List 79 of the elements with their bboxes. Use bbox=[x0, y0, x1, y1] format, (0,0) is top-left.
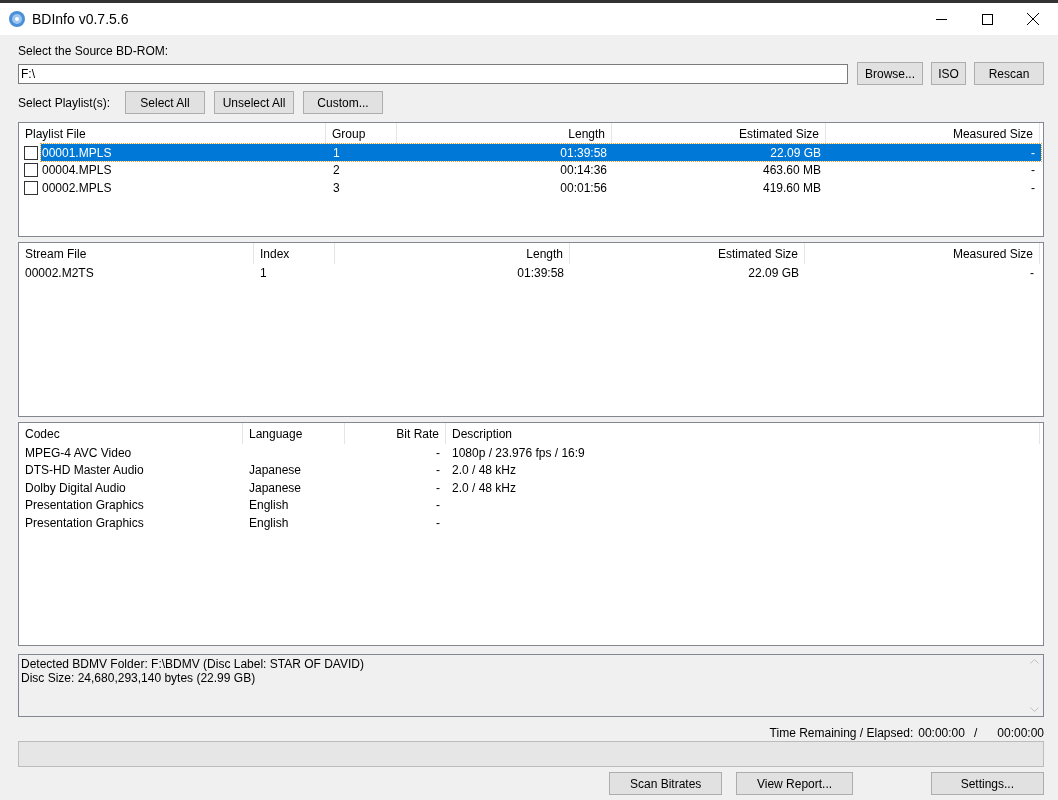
table-cell-text: Japanese bbox=[248, 463, 303, 478]
table-row[interactable]: 00002.MPLS 3 00:01:56 419.60 MB - bbox=[41, 179, 1041, 197]
settings-button[interactable]: Settings... bbox=[930, 772, 1044, 795]
table-cell-text: MPEG-4 AVC Video bbox=[24, 445, 133, 460]
checkbox[interactable] bbox=[24, 145, 38, 160]
table-cell-text: English bbox=[248, 498, 290, 513]
table-cell-text: - bbox=[435, 480, 441, 495]
browse-button[interactable]: Browse... bbox=[857, 62, 923, 85]
checkbox[interactable] bbox=[24, 163, 38, 178]
table-cell-text: 00001.MPLS bbox=[41, 145, 113, 160]
table-cell-text: 01:39:58 bbox=[559, 145, 608, 160]
table-cell-text: 3 bbox=[332, 180, 341, 195]
log-line: Detected BDMV Folder: F:\BDMV (Disc Label: STAR OF DAVID) bbox=[21, 657, 365, 671]
table-cell-text: - bbox=[435, 445, 441, 460]
window-title: BDInfo v0.7.5.6 bbox=[32, 11, 130, 27]
table-cell-text: Presentation Graphics bbox=[24, 498, 145, 513]
view-report-button[interactable]: View Report... bbox=[736, 772, 853, 795]
column-header[interactable]: Length bbox=[335, 243, 570, 264]
table-cell-text: 01:39:58 bbox=[516, 265, 565, 280]
table-cell-text: 2.0 / 48 kHz bbox=[451, 480, 518, 495]
select-all-button[interactable]: Select All bbox=[125, 91, 206, 114]
iso-button[interactable]: ISO bbox=[931, 62, 966, 85]
column-header[interactable]: Measured Size bbox=[805, 243, 1040, 264]
time-separator: / bbox=[973, 725, 978, 740]
table-cell-text: - bbox=[1030, 180, 1036, 195]
minimize-icon bbox=[935, 18, 947, 20]
log-textbox[interactable]: Detected BDMV Folder: F:\BDMV (Disc Label: STAR OF DAVID) Disc Size: 24,680,293,140 bytes (22.99 GB) bbox=[18, 654, 1044, 717]
column-header[interactable]: Codec bbox=[19, 423, 243, 444]
log-line: Disc Size: 24,680,293,140 bytes (22.99 GB) bbox=[21, 671, 257, 685]
table-cell-text: DTS-HD Master Audio bbox=[24, 463, 145, 478]
table-cell-text: 463.60 MB bbox=[761, 163, 822, 178]
column-header[interactable]: Estimated Size bbox=[570, 243, 805, 264]
custom-button[interactable]: Custom... bbox=[303, 91, 384, 114]
table-cell-text: Japanese bbox=[248, 480, 303, 495]
table-cell-text: 22.09 GB bbox=[769, 145, 822, 160]
table-cell-text: 1080p / 23.976 fps / 16:9 bbox=[451, 445, 586, 460]
list-view[interactable]: Playlist File Group Length Estimated Size Measured Size 00001.MPLS 1 01:39:58 22.09 GB - 00004.MPLS 2 00:14:36 463.60 MB - 00002.MPLS 3 00:01:56 419.60 MB - bbox=[18, 122, 1044, 237]
table-cell-text: 22.09 GB bbox=[747, 265, 800, 280]
table-cell-text: - bbox=[1030, 145, 1036, 160]
maximize-icon bbox=[981, 13, 993, 25]
checkbox[interactable] bbox=[24, 180, 38, 195]
table-cell-text: English bbox=[248, 515, 290, 530]
unselect-all-button[interactable]: Unselect All bbox=[214, 91, 295, 114]
column-header[interactable]: Bit Rate bbox=[345, 423, 446, 444]
table-cell-text: 1 bbox=[332, 145, 341, 160]
column-header[interactable]: Stream File bbox=[19, 243, 254, 264]
time-remaining: 00:00:00 bbox=[918, 725, 965, 740]
table-cell-text: 00002.M2TS bbox=[24, 265, 95, 280]
source-path-field[interactable]: F:\ bbox=[18, 63, 848, 84]
source-label: Select the Source BD-ROM: bbox=[18, 43, 170, 58]
table-cell-text: - bbox=[435, 498, 441, 513]
playlist-label: Select Playlist(s): bbox=[18, 95, 111, 110]
table-cell-text: - bbox=[1030, 163, 1036, 178]
table-cell-text: 2.0 / 48 kHz bbox=[451, 463, 518, 478]
column-header[interactable]: Description bbox=[446, 423, 1040, 444]
rescan-button[interactable]: Rescan bbox=[974, 62, 1044, 85]
table-cell-text: 00:14:36 bbox=[559, 163, 608, 178]
table-cell-text: - bbox=[1029, 265, 1035, 280]
table-cell-text: 2 bbox=[332, 163, 341, 178]
table-row[interactable]: 00004.MPLS 2 00:14:36 463.60 MB - bbox=[41, 161, 1041, 179]
table-row[interactable]: 00001.MPLS 1 01:39:58 22.09 GB - bbox=[41, 144, 1041, 162]
table-cell-text: 419.60 MB bbox=[761, 180, 822, 195]
table-cell-text: - bbox=[435, 515, 441, 530]
list-view[interactable]: Stream File Index Length Estimated Size Measured Size 00002.M2TS 1 01:39:58 22.09 GB - bbox=[18, 242, 1044, 417]
column-header[interactable]: Index bbox=[254, 243, 335, 264]
table-cell-text: Dolby Digital Audio bbox=[24, 480, 127, 495]
list-view[interactable] bbox=[18, 422, 1044, 646]
scan-bitrates-button[interactable]: Scan Bitrates bbox=[609, 772, 723, 795]
table-cell-text: 00:01:56 bbox=[559, 180, 608, 195]
column-header[interactable]: Language bbox=[243, 423, 345, 444]
table-cell-text: - bbox=[435, 463, 441, 478]
disc-icon bbox=[8, 10, 26, 28]
time-label: Time Remaining / Elapsed: bbox=[769, 725, 914, 740]
close-icon bbox=[1027, 13, 1039, 25]
table-cell-text: 00002.MPLS bbox=[41, 180, 113, 195]
table-cell-text: 1 bbox=[259, 265, 268, 280]
time-elapsed: 00:00:00 bbox=[997, 725, 1044, 740]
table-cell-text: 00004.MPLS bbox=[41, 163, 113, 178]
table-cell-text: Presentation Graphics bbox=[24, 515, 145, 530]
